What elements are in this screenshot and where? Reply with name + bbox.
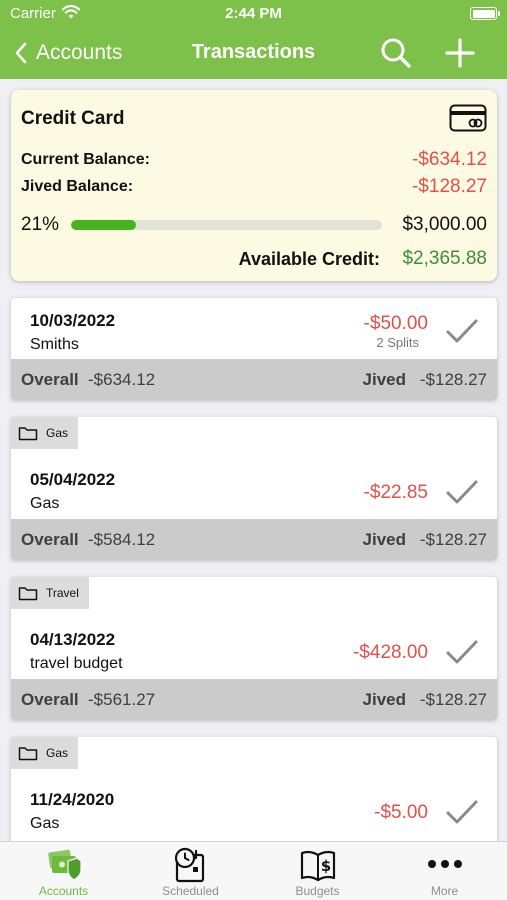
transaction-payee: travel budget xyxy=(30,655,123,672)
category-label: Travel xyxy=(46,586,79,600)
scheduled-icon xyxy=(174,847,205,883)
overall-value: -$561.27 xyxy=(88,690,156,709)
more-icon xyxy=(428,860,462,868)
jived-balance-value: -$128.27 xyxy=(411,176,487,197)
tab-label: More xyxy=(430,884,459,898)
transaction-payee: Gas xyxy=(30,495,60,512)
jived-label: Jived xyxy=(362,530,406,549)
svg-text:$: $ xyxy=(321,857,331,875)
transaction-date: 04/13/2022 xyxy=(30,630,116,649)
accounts-icon xyxy=(48,849,82,881)
jived-label: Jived xyxy=(362,370,406,389)
available-credit-label: Available Credit: xyxy=(238,249,380,269)
add-transaction-button[interactable] xyxy=(444,37,476,69)
status-time: 2:44 PM xyxy=(225,5,282,22)
transaction-card[interactable]: Gas 05/04/2022 Gas -$22.85 Overall -$584… xyxy=(11,417,497,560)
folder-icon xyxy=(18,427,38,441)
account-summary-card: Credit Card Current Balance: -$634.12 Ji… xyxy=(11,90,497,281)
tab-label: Scheduled xyxy=(162,884,219,898)
transaction-date: 10/03/2022 xyxy=(30,311,116,330)
tab-more[interactable]: More xyxy=(381,842,507,900)
folder-icon xyxy=(18,587,38,601)
cleared-check-icon[interactable] xyxy=(445,478,479,506)
jived-value: -$128.27 xyxy=(419,530,487,549)
navigation-bar: Accounts Transactions xyxy=(0,27,507,79)
status-bar: Carrier 2:44 PM xyxy=(0,0,507,27)
transaction-card[interactable]: 10/03/2022 Smiths -$50.00 2 Splits Overa… xyxy=(11,298,497,400)
tab-label: Budgets xyxy=(295,884,340,898)
category-tag: Gas xyxy=(11,737,79,769)
tab-bar: Accounts Scheduled $ Budgets More xyxy=(0,841,507,900)
budgets-icon: $ xyxy=(300,850,336,882)
transaction-payee: Gas xyxy=(30,815,60,832)
transaction-running-balance: Overall -$584.12 Jived -$128.27 xyxy=(11,519,497,560)
back-label: Accounts xyxy=(36,41,123,64)
current-balance-label: Current Balance: xyxy=(21,151,150,168)
current-balance-value: -$634.12 xyxy=(411,149,487,170)
transaction-amount: -$50.00 xyxy=(363,313,428,334)
utilization-progress-fill xyxy=(71,220,137,230)
jived-value: -$128.27 xyxy=(419,370,487,389)
overall-value: -$634.12 xyxy=(88,370,156,389)
chevron-left-icon xyxy=(15,42,27,64)
cleared-check-icon[interactable] xyxy=(445,638,479,666)
top-bar: Carrier 2:44 PM Accounts Transactions xyxy=(0,0,507,79)
utilization-percent: 21% xyxy=(21,214,60,235)
transaction-running-balance: Overall -$634.12 Jived -$128.27 xyxy=(11,359,497,400)
utilization-progress-bar xyxy=(71,220,382,230)
account-name: Credit Card xyxy=(21,108,125,129)
jived-label: Jived xyxy=(362,690,406,709)
credit-limit-value: $3,000.00 xyxy=(402,214,487,235)
cleared-check-icon[interactable] xyxy=(445,798,479,826)
transaction-splits: 2 Splits xyxy=(376,335,419,350)
transaction-amount: -$5.00 xyxy=(374,802,428,823)
transaction-payee: Smiths xyxy=(30,336,79,353)
battery-icon xyxy=(470,7,500,20)
overall-label: Overall xyxy=(21,370,79,389)
available-credit-value: $2,365.88 xyxy=(402,248,487,269)
tab-label: Accounts xyxy=(38,884,89,898)
tab-accounts[interactable]: Accounts xyxy=(0,842,127,900)
category-label: Gas xyxy=(46,426,69,440)
jived-value: -$128.27 xyxy=(419,690,487,709)
category-tag: Travel xyxy=(11,577,89,609)
back-button[interactable]: Accounts xyxy=(14,39,122,67)
tab-budgets[interactable]: $ Budgets xyxy=(254,842,381,900)
folder-icon xyxy=(18,747,38,761)
category-tag: Gas xyxy=(11,417,79,449)
credit-card-icon xyxy=(449,104,487,132)
transaction-card[interactable]: Travel 04/13/2022 travel budget -$428.00… xyxy=(11,577,497,720)
transaction-date: 11/24/2020 xyxy=(30,790,115,809)
overall-value: -$584.12 xyxy=(88,530,156,549)
transaction-amount: -$428.00 xyxy=(352,642,428,663)
search-icon[interactable] xyxy=(380,37,412,69)
tab-scheduled[interactable]: Scheduled xyxy=(127,842,254,900)
category-label: Gas xyxy=(46,746,69,760)
overall-label: Overall xyxy=(21,530,79,549)
transaction-amount: -$22.85 xyxy=(363,482,428,503)
transaction-running-balance: Overall -$561.27 Jived -$128.27 xyxy=(11,679,497,720)
jived-balance-label: Jived Balance: xyxy=(21,178,134,195)
cleared-check-icon[interactable] xyxy=(445,317,479,345)
overall-label: Overall xyxy=(21,690,79,709)
transaction-date: 05/04/2022 xyxy=(30,470,116,489)
